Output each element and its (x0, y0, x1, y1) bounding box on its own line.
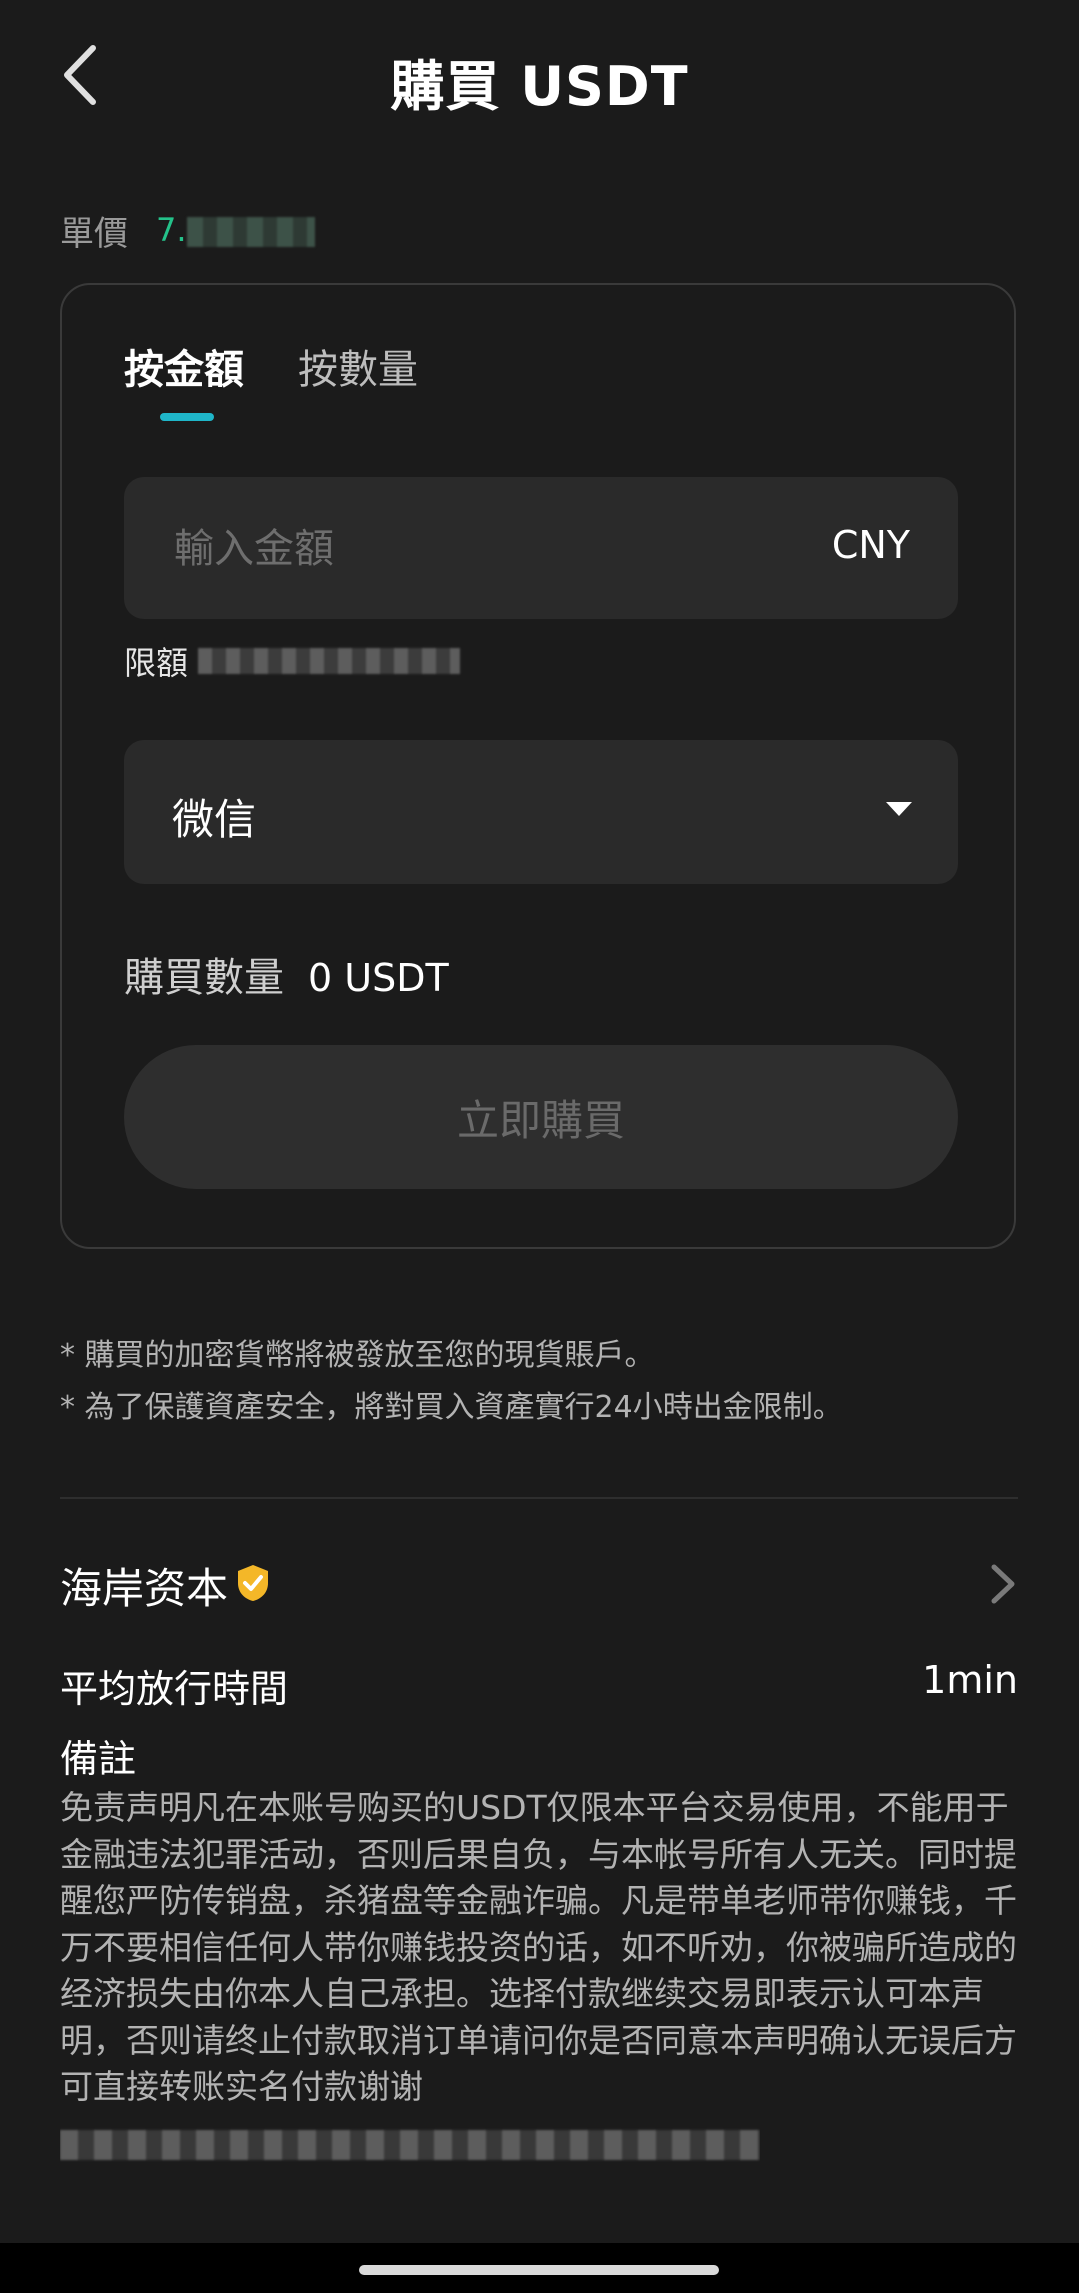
purchase-quantity-label: 購買數量 (124, 955, 284, 1001)
merchant-name: 海岸资本 (60, 1564, 229, 1613)
currency-label: CNY (831, 523, 910, 567)
caret-down-icon (886, 802, 912, 816)
buy-now-button[interactable]: 立即購買 (124, 1045, 958, 1189)
amount-input-box[interactable]: CNY (124, 477, 958, 621)
avg-release-time-value: 1min (922, 1658, 1018, 1702)
unit-price-row: 單價 7. (60, 205, 315, 255)
tab-by-amount[interactable]: 按金額 (124, 337, 244, 395)
payment-method-select[interactable]: 微信 (124, 740, 958, 884)
redacted-contact (60, 2130, 760, 2160)
active-tab-indicator (160, 413, 214, 421)
header: 購買 USDT (0, 0, 1079, 150)
limit-label: 限額 (124, 644, 189, 682)
remark-body: 免责声明凡在本账号购买的USDT仅限本平台交易使用，不能用于金融违法犯罪活动，否… (60, 1788, 1017, 2106)
tab-by-quantity[interactable]: 按數量 (298, 337, 418, 395)
notes: * 購買的加密貨幣將被發放至您的現貨賬戶。 * 為了保護資產安全，將對買入資產實… (60, 1330, 843, 1434)
note-item: * 為了保護資產安全，將對買入資產實行24小時出金限制。 (60, 1390, 843, 1425)
unit-price-label: 單價 (60, 213, 128, 254)
avg-release-time-row: 平均放行時間 1min (60, 1658, 1018, 1714)
purchase-card: 按金額 按數量 CNY 限額 微信 購買數量 0 USDT 立即購買 (60, 283, 1016, 1249)
verified-shield-icon (238, 1565, 268, 1601)
home-indicator[interactable] (359, 2265, 719, 2275)
purchase-quantity-row: 購買數量 0 USDT (124, 945, 449, 1003)
limit-row: 限額 (124, 631, 461, 691)
avg-release-time-label: 平均放行時間 (60, 1667, 289, 1711)
purchase-quantity-value: 0 USDT (308, 956, 449, 1000)
redacted-price (186, 217, 315, 247)
divider (60, 1497, 1018, 1499)
note-item: * 購買的加密貨幣將被發放至您的現貨賬戶。 (60, 1338, 655, 1373)
remark-title: 備註 (60, 1737, 137, 1781)
chevron-right-icon (991, 1564, 1015, 1604)
unit-price-visible: 7. (156, 211, 187, 249)
amount-input[interactable] (172, 477, 776, 621)
payment-method-value: 微信 (172, 795, 257, 844)
unit-price-value: 7. (156, 211, 315, 249)
redacted-limit (198, 648, 461, 674)
page-title: 購買 USDT (390, 55, 689, 118)
remark-redacted-line (60, 2126, 760, 2162)
merchant-row[interactable]: 海岸资本 (60, 1555, 1018, 1615)
system-navigation-bar (0, 2243, 1079, 2293)
